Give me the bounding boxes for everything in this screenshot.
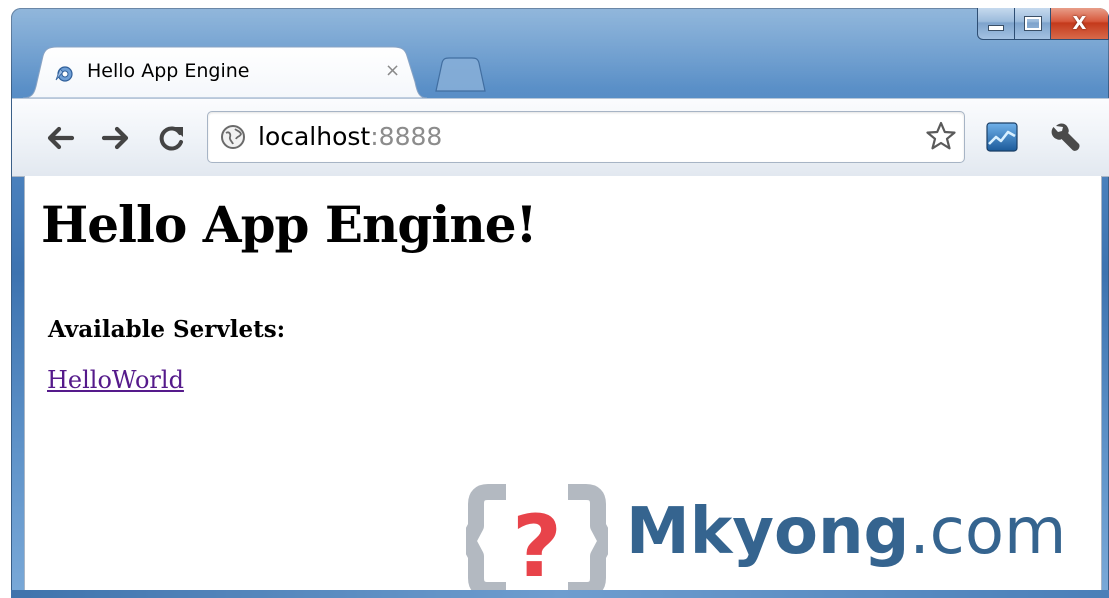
tab-title: Hello App Engine [87, 60, 250, 82]
star-icon[interactable] [925, 120, 957, 152]
wordmark-tld: .com [909, 495, 1067, 569]
close-window-button[interactable]: X [1051, 8, 1109, 40]
tab-close-icon[interactable]: × [385, 60, 400, 81]
back-arrow-icon [47, 126, 75, 150]
wordmark-brand: Mkyong [626, 495, 910, 569]
maximize-icon [1023, 15, 1042, 31]
close-icon: X [1072, 12, 1087, 34]
forward-arrow-icon [101, 126, 129, 150]
address-text: localhost:8888 [258, 122, 442, 151]
maximize-button[interactable] [1015, 8, 1051, 40]
servlets-heading: Available Servlets: [48, 316, 286, 343]
forward-button[interactable] [96, 114, 136, 162]
window-bottom-frame [11, 590, 1109, 598]
window-controls: X [977, 8, 1109, 41]
helloworld-link[interactable]: HelloWorld [47, 366, 184, 394]
page-title: Hello App Engine! [41, 195, 537, 254]
url-port: :8888 [370, 122, 443, 151]
wrench-icon[interactable] [1048, 120, 1082, 154]
new-tab-button[interactable] [432, 57, 488, 93]
minimize-icon [988, 25, 1004, 31]
reload-button[interactable] [152, 114, 192, 162]
back-button[interactable] [40, 114, 80, 162]
mkyong-logo: ? [466, 484, 608, 598]
globe-icon [221, 125, 245, 149]
mkyong-wordmark: Mkyong.com [626, 500, 1066, 564]
chart-extension-icon[interactable] [985, 120, 1019, 154]
minimize-button[interactable] [977, 8, 1015, 40]
logo-question-mark: ? [512, 497, 562, 597]
app-engine-icon [55, 66, 73, 82]
url-host: localhost [258, 122, 371, 151]
reload-icon [159, 126, 183, 151]
